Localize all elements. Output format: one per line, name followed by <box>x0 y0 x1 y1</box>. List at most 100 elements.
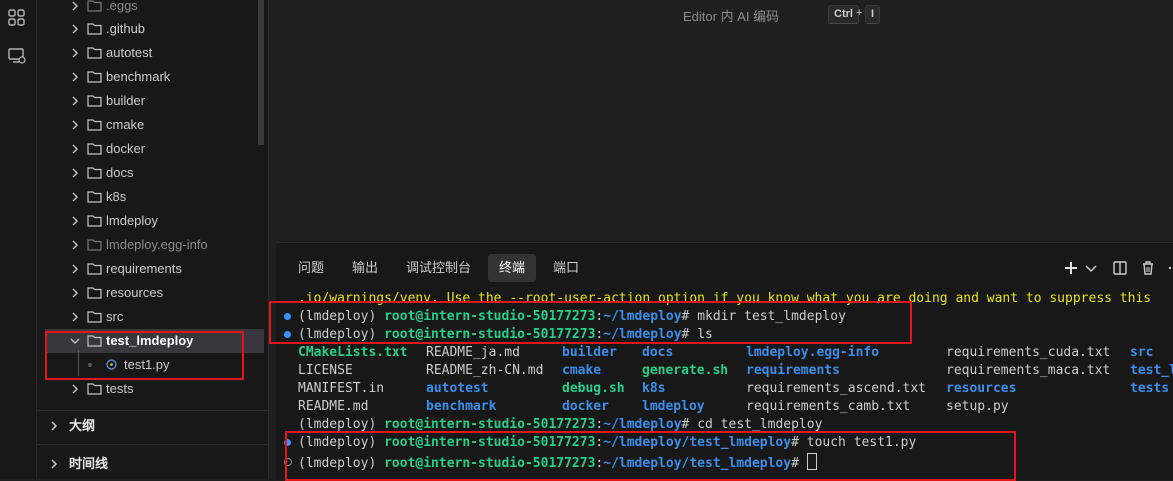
editor-hint: Editor 内 AI 编码 <box>683 9 780 24</box>
folder-icon <box>87 23 102 35</box>
prompt-segment: (lmdeploy) <box>298 417 385 432</box>
ls-entry: debug.sh <box>562 381 625 396</box>
folder-icon <box>87 263 102 275</box>
folder-icon <box>87 143 102 155</box>
ls-entry: lmdeploy <box>642 399 705 414</box>
ls-entry: CMakeLists.txt <box>298 345 408 360</box>
chevron-right-icon <box>72 192 78 202</box>
ls-entry: benchmark <box>426 399 497 414</box>
chevron-right-icon <box>72 72 78 82</box>
tree-item-label: requirements <box>106 261 182 276</box>
ls-entry: resources <box>946 381 1017 396</box>
folder-item[interactable]: requirements <box>37 257 263 281</box>
chevron-right-icon <box>72 96 78 106</box>
folder-item[interactable]: k8s <box>37 185 263 209</box>
section-outline[interactable]: 大纲 <box>37 413 268 439</box>
annotation-box <box>45 331 244 380</box>
trash-icon[interactable] <box>1140 260 1156 276</box>
ls-entry: README.md <box>298 399 369 414</box>
new-terminal-icon[interactable] <box>1063 260 1079 276</box>
chevron-right-icon <box>72 264 78 274</box>
folder-item[interactable]: .github <box>37 17 263 41</box>
tree-item-label: src <box>106 309 124 324</box>
ls-entry: builder <box>562 345 617 360</box>
ls-entry: cmake <box>562 363 602 378</box>
tab-output[interactable]: 输出 <box>341 254 389 282</box>
folder-item[interactable]: tests <box>37 377 263 401</box>
folder-icon <box>87 167 102 179</box>
chevron-right-icon <box>72 288 78 298</box>
tab-debug-console[interactable]: 调试控制台 <box>395 254 482 282</box>
section-divider <box>37 444 268 445</box>
split-terminal-icon[interactable] <box>1112 260 1128 276</box>
ls-entry: docker <box>562 399 609 414</box>
chevron-right-icon <box>51 459 58 469</box>
tree-item-label: k8s <box>106 189 127 204</box>
prompt-segment: ~/lmdeploy <box>603 417 682 432</box>
folder-item[interactable]: autotest <box>37 41 263 65</box>
folder-icon <box>87 95 102 107</box>
chevron-right-icon <box>72 312 78 322</box>
ls-entry: docs <box>642 345 674 360</box>
folder-icon <box>87 71 102 83</box>
tree-item-label: lmdeploy.egg-info <box>106 237 208 252</box>
tree-item-label: docker <box>106 141 146 156</box>
folder-item[interactable]: lmdeploy <box>37 209 263 233</box>
shortcut-plus: + <box>856 7 863 19</box>
section-timeline[interactable]: 时间线 <box>37 451 268 477</box>
tab-problems[interactable]: 问题 <box>287 254 335 282</box>
extensions-icon[interactable] <box>6 7 28 29</box>
editor-area[interactable]: Editor 内 AI 编码 Ctrl + I <box>276 0 1173 242</box>
ls-entry: requirements_ascend.txt <box>746 381 927 396</box>
ls-entry: LICENSE <box>298 363 353 378</box>
annotation-box <box>269 301 912 344</box>
tab-terminal[interactable]: 终端 <box>488 254 537 282</box>
folder-item[interactable]: cmake <box>37 113 263 137</box>
folder-item[interactable]: benchmark <box>37 65 263 89</box>
ls-entry: requirements <box>746 363 840 378</box>
chevron-right-icon <box>72 168 78 178</box>
folder-icon <box>87 119 102 131</box>
tree-item-label: .eggs <box>106 0 138 13</box>
ls-entry: MANIFEST.in <box>298 381 385 396</box>
section-timeline-label: 时间线 <box>69 456 109 471</box>
remote-explorer-icon[interactable] <box>6 45 28 67</box>
chevron-right-icon <box>72 384 78 394</box>
chevron-right-icon <box>72 216 78 226</box>
ls-entry: setup.py <box>946 399 1009 414</box>
tree-item-label: autotest <box>106 45 153 60</box>
tree-item-label: cmake <box>106 117 145 132</box>
ls-entry: requirements_camb.txt <box>746 399 911 414</box>
ls-entry: k8s <box>642 381 666 396</box>
section-outline-label: 大纲 <box>69 418 96 433</box>
chevron-down-icon[interactable] <box>1083 260 1099 276</box>
folder-item[interactable]: docs <box>37 161 263 185</box>
tree-item-label: docs <box>106 165 134 180</box>
tree-item-label: .github <box>106 21 146 36</box>
ls-entry: autotest <box>426 381 489 396</box>
chevron-right-icon <box>72 1 78 11</box>
annotation-box <box>285 431 1016 481</box>
explorer-sidebar: .eggs .github autotest benchmark builder cmak… <box>37 0 268 479</box>
chevron-right-icon <box>72 48 78 58</box>
folder-icon <box>87 239 102 251</box>
tab-ports[interactable]: 端口 <box>542 254 590 282</box>
folder-item[interactable]: resources <box>37 281 263 305</box>
more-actions-icon[interactable] <box>1164 260 1173 276</box>
tree-item-label: lmdeploy <box>106 213 159 228</box>
folder-item[interactable]: lmdeploy.egg-info <box>37 233 263 257</box>
ls-entry: README_zh-CN.md <box>426 363 544 378</box>
chevron-right-icon <box>72 24 78 34</box>
prompt-segment: cd test_lmdeploy <box>697 417 823 432</box>
ls-entry: README_ja.md <box>426 345 520 360</box>
folder-item[interactable]: src <box>37 305 263 329</box>
folder-icon <box>87 215 102 227</box>
chevron-right-icon <box>72 144 78 154</box>
folder-icon <box>87 191 102 203</box>
folder-item[interactable]: docker <box>37 137 263 161</box>
ls-entry: requirements_maca.txt <box>946 363 1111 378</box>
folder-item[interactable]: .eggs <box>37 0 263 18</box>
folder-item[interactable]: builder <box>37 89 263 113</box>
prompt-segment: root@intern-studio-50177273 <box>384 417 596 432</box>
folder-icon <box>87 47 102 59</box>
